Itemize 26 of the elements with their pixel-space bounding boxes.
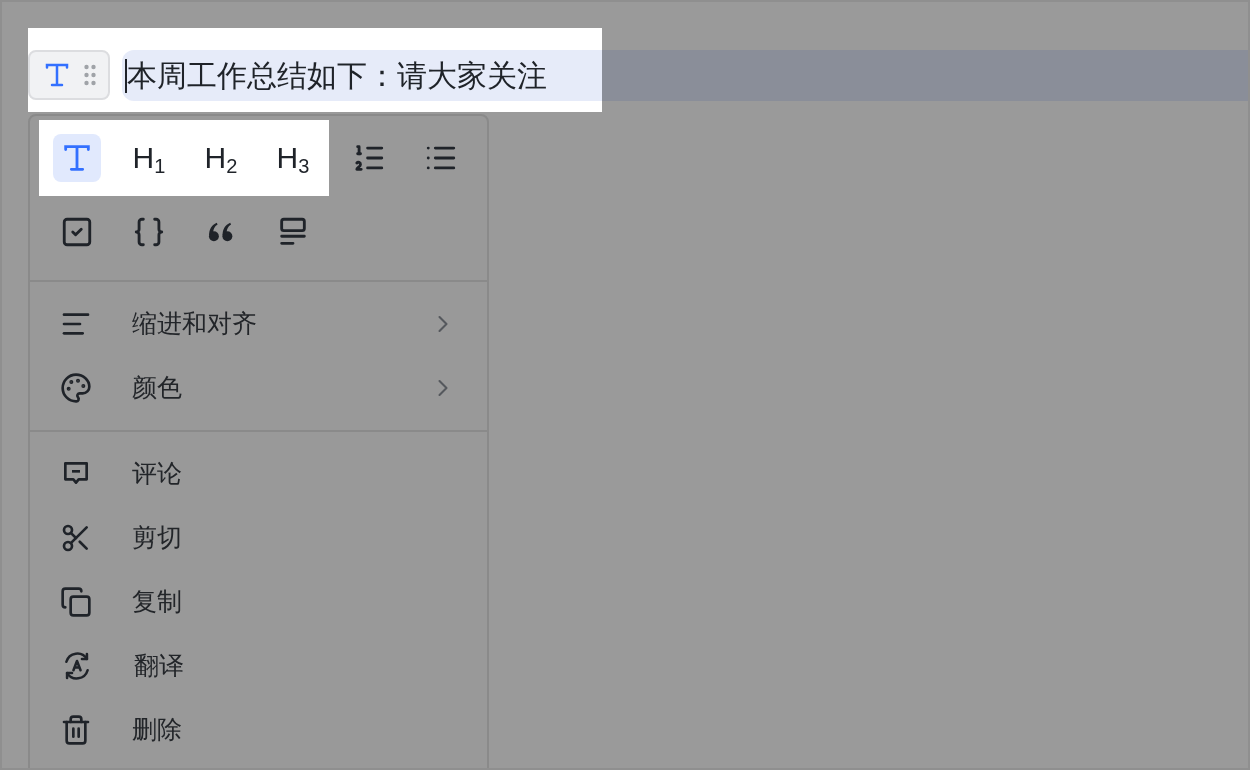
menu-item[interactable]: 翻译 (30, 634, 487, 698)
menu-item[interactable]: 剪切 (30, 506, 487, 570)
drag-handle-icon (84, 64, 96, 86)
menu-item[interactable]: 删除 (30, 698, 487, 762)
selected-text: 本周工作总结如下：请大家关注 (127, 58, 547, 94)
palette-icon (60, 372, 92, 404)
heading-button[interactable]: H$_{2}$ (197, 134, 245, 182)
menu-item-label: 剪切 (132, 522, 183, 554)
menu-item-label: 删除 (132, 714, 183, 746)
menu-item[interactable]: 颜色 (30, 356, 487, 420)
menu-item-label: 翻译 (134, 650, 185, 682)
menu-item[interactable]: 缩进和对齐 (30, 292, 487, 356)
heading-button[interactable]: H$_{1}$ (125, 134, 173, 182)
block-handle[interactable] (28, 50, 110, 100)
menu-item-label: 颜色 (132, 372, 183, 404)
menu-item-label: 复制 (132, 586, 183, 618)
menu-item-label: 评论 (132, 458, 183, 490)
menu-item[interactable]: 复制 (30, 570, 487, 634)
braces-icon (132, 215, 166, 249)
menu-item[interactable]: 评论 (30, 442, 487, 506)
checkbox-icon (60, 215, 94, 249)
heading-button[interactable]: H$_{3}$ (269, 134, 317, 182)
copy-icon (60, 586, 92, 618)
block-type-button[interactable] (53, 134, 101, 182)
menu-item-label: 缩进和对齐 (132, 308, 258, 340)
trash-icon (60, 714, 92, 746)
